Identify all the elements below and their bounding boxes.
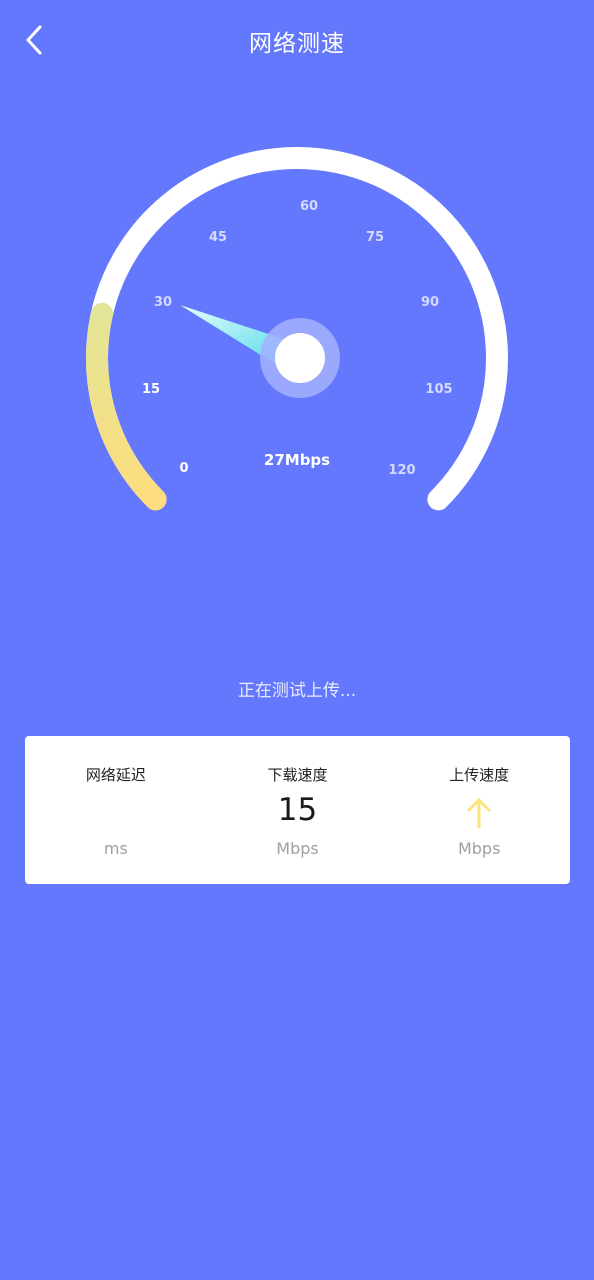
download-unit: Mbps: [276, 839, 319, 858]
upload-stat: 上传速度 Mbps: [388, 736, 570, 884]
gauge-tick-label: 90: [421, 295, 439, 310]
download-value: 15: [277, 792, 318, 828]
test-status-text: 正在测试上传...: [237, 681, 357, 701]
gauge-tick-label: 60: [300, 199, 318, 214]
speed-gauge: 0 15 30 45 60 75 90 105 120 27Mbps: [86, 146, 508, 511]
gauge-tick-label: 45: [209, 230, 227, 245]
latency-unit: ms: [103, 839, 128, 858]
gauge-tick-label: 120: [388, 463, 415, 478]
gauge-tick-label: 105: [425, 382, 452, 397]
upload-unit: Mbps: [457, 839, 501, 858]
download-stat: 下载速度 15 Mbps: [207, 736, 389, 884]
gauge-progress: [86, 302, 167, 511]
gauge-tick-label: 0: [179, 461, 188, 476]
gauge-hub: [275, 333, 325, 383]
stats-card: 网络延迟 ms 下载速度 15 Mbps 上传速度 Mbps: [25, 736, 570, 884]
current-speed-label: 27Mbps: [264, 451, 330, 469]
gauge-tick-label: 15: [142, 382, 160, 397]
gauge-tick-label: 30: [154, 295, 172, 310]
latency-stat: 网络延迟 ms: [25, 736, 207, 884]
gauge-tick-label: 75: [366, 230, 384, 245]
upload-label: 上传速度: [449, 766, 510, 784]
latency-label: 网络延迟: [85, 766, 146, 784]
download-label: 下载速度: [267, 766, 328, 784]
arrow-up-icon: [467, 798, 491, 829]
